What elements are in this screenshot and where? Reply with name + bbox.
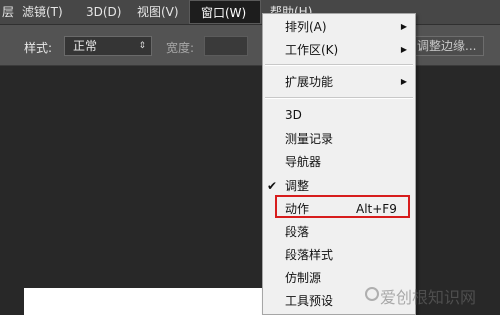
highlight-annotation-box	[275, 195, 410, 218]
window-dropdown-menu: 排列(A) ▶ 工作区(K) ▶ 扩展功能 ▶ 3D 测量记录 导航器 ✔ 调整…	[262, 13, 416, 315]
workspace	[0, 66, 500, 315]
menu-item-paragraph[interactable]: 段落	[263, 222, 415, 242]
menu-3d[interactable]: 3D(D)	[86, 4, 121, 20]
submenu-arrow-icon: ▶	[400, 22, 407, 31]
menu-item-label: 段落	[285, 225, 310, 239]
menu-window-active[interactable]: 窗口(W)	[189, 0, 261, 24]
menu-filter[interactable]: 滤镜(T)	[22, 4, 63, 20]
menu-separator	[265, 64, 413, 66]
style-select[interactable]: 正常 ⇕	[64, 36, 152, 56]
menu-layer[interactable]: 层	[2, 4, 14, 20]
menu-bar: 层 滤镜(T) 3D(D) 视图(V) 窗口(W) 帮助(H)	[0, 0, 500, 25]
menu-view[interactable]: 视图(V)	[137, 4, 179, 20]
menu-item-label: 测量记录	[285, 132, 334, 146]
menu-item-adjustments[interactable]: ✔ 调整	[263, 176, 415, 196]
menu-item-3d[interactable]: 3D	[263, 105, 415, 125]
menu-item-label: 段落样式	[285, 248, 334, 262]
style-select-value: 正常	[73, 39, 98, 53]
menu-item-label: 工具预设	[285, 294, 334, 308]
menu-item-measurement-log[interactable]: 测量记录	[263, 129, 415, 149]
menu-item-label: 3D	[285, 108, 302, 122]
menu-item-paragraph-styles[interactable]: 段落样式	[263, 245, 415, 265]
checkmark-icon: ✔	[267, 179, 278, 193]
submenu-arrow-icon: ▶	[400, 77, 407, 86]
menu-item-navigator[interactable]: 导航器	[263, 152, 415, 172]
menu-item-workspace[interactable]: 工作区(K) ▶	[263, 40, 415, 60]
menu-item-arrange[interactable]: 排列(A) ▶	[263, 17, 415, 37]
document-canvas[interactable]	[24, 288, 274, 315]
watermark-logo-icon	[365, 287, 379, 301]
select-chevron-icon: ⇕	[138, 41, 146, 51]
width-label: 宽度:	[166, 41, 195, 55]
menu-item-label: 扩展功能	[285, 75, 334, 89]
menu-item-label: 排列(A)	[285, 20, 327, 34]
menu-item-extensions[interactable]: 扩展功能 ▶	[263, 72, 415, 92]
submenu-arrow-icon: ▶	[400, 45, 407, 54]
watermark: 爱创根知识网	[380, 288, 477, 307]
width-input[interactable]	[204, 36, 248, 56]
menu-item-label: 调整	[285, 179, 310, 193]
menu-separator	[265, 97, 413, 99]
menu-item-label: 工作区(K)	[285, 43, 339, 57]
menu-item-label: 仿制源	[285, 271, 322, 285]
menu-window-label: 窗口(W)	[201, 6, 247, 20]
menu-item-label: 导航器	[285, 155, 322, 169]
style-label: 样式:	[24, 41, 53, 55]
